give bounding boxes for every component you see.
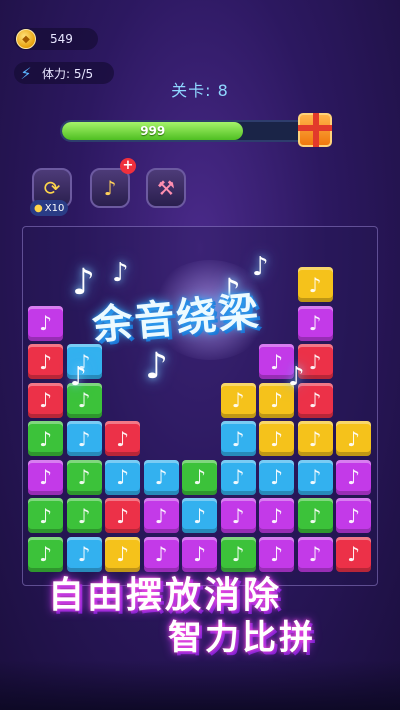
tile-purple[interactable]: ♪: [336, 459, 371, 495]
tile-yellow[interactable]: ♪: [336, 421, 371, 456]
music-note-icon: ♪: [288, 362, 305, 392]
coin-icon: ◆: [16, 29, 36, 49]
tile-red[interactable]: ♪: [105, 498, 140, 533]
music-note-icon: ♪: [70, 362, 87, 392]
tile-red[interactable]: ♪: [28, 382, 63, 418]
add-icon[interactable]: +: [120, 158, 136, 174]
bottom-shade: [0, 660, 400, 710]
gift-box-icon[interactable]: [298, 113, 332, 147]
coin-icon: ●: [34, 202, 43, 214]
tile-blue[interactable]: ♪: [297, 459, 333, 495]
progress-score: 999: [140, 124, 166, 138]
slogan-line-2: 智力比拼: [168, 618, 316, 658]
tile-green[interactable]: ♪: [66, 459, 102, 495]
tile-yellow[interactable]: ♪: [220, 382, 256, 418]
tile-green[interactable]: ♪: [28, 498, 63, 533]
hammer-tool-button[interactable]: ⚒: [146, 168, 186, 208]
tile-purple[interactable]: ♪: [28, 305, 63, 341]
tile-blue[interactable]: ♪: [220, 459, 256, 495]
tile-yellow[interactable]: ♪: [297, 421, 333, 456]
tile-red[interactable]: ♪: [105, 421, 140, 456]
tile-blue[interactable]: ♪: [220, 421, 256, 456]
progress-fill: 999: [62, 122, 244, 140]
tile-green[interactable]: ♪: [66, 498, 102, 533]
tile-blue[interactable]: ♪: [66, 421, 102, 456]
music-bomb-icon: ♪: [103, 176, 117, 200]
tile-green[interactable]: ♪: [182, 459, 217, 495]
refresh-icon: ⟳: [43, 176, 61, 200]
music-note-icon: ♪: [252, 252, 269, 282]
tile-purple[interactable]: ♪: [259, 498, 294, 533]
refresh-count: X10: [44, 202, 65, 214]
level-label: 关卡: 8: [171, 81, 229, 100]
coin-count: 549: [50, 32, 73, 46]
music-note-icon: ♪: [145, 346, 168, 387]
level-progress-bar: 999: [60, 120, 316, 142]
tile-green[interactable]: ♪: [297, 498, 333, 533]
tile-yellow[interactable]: ♪: [297, 267, 333, 302]
coin-counter: ◆ 549: [14, 28, 98, 50]
tile-blue[interactable]: ♪: [105, 459, 140, 495]
tile-red[interactable]: ♪: [336, 536, 371, 572]
tile-purple[interactable]: ♪: [336, 498, 371, 533]
tile-blue[interactable]: ♪: [182, 498, 217, 533]
tile-blue[interactable]: ♪: [143, 459, 179, 495]
tile-yellow[interactable]: ♪: [259, 421, 294, 456]
hammer-icon: ⚒: [157, 176, 175, 200]
tile-blue[interactable]: ♪: [259, 459, 294, 495]
tile-purple[interactable]: ♪: [28, 459, 63, 495]
tile-purple[interactable]: ♪: [297, 536, 333, 572]
music-bomb-tool-button[interactable]: ♪: [90, 168, 130, 208]
music-note-icon: ♪: [112, 258, 129, 288]
tile-green[interactable]: ♪: [28, 421, 63, 456]
tile-purple[interactable]: ♪: [297, 305, 333, 341]
tile-purple[interactable]: ♪: [143, 498, 179, 533]
refresh-count-badge: ● X10: [30, 200, 69, 216]
tile-red[interactable]: ♪: [28, 344, 63, 379]
tile-purple[interactable]: ♪: [220, 498, 256, 533]
